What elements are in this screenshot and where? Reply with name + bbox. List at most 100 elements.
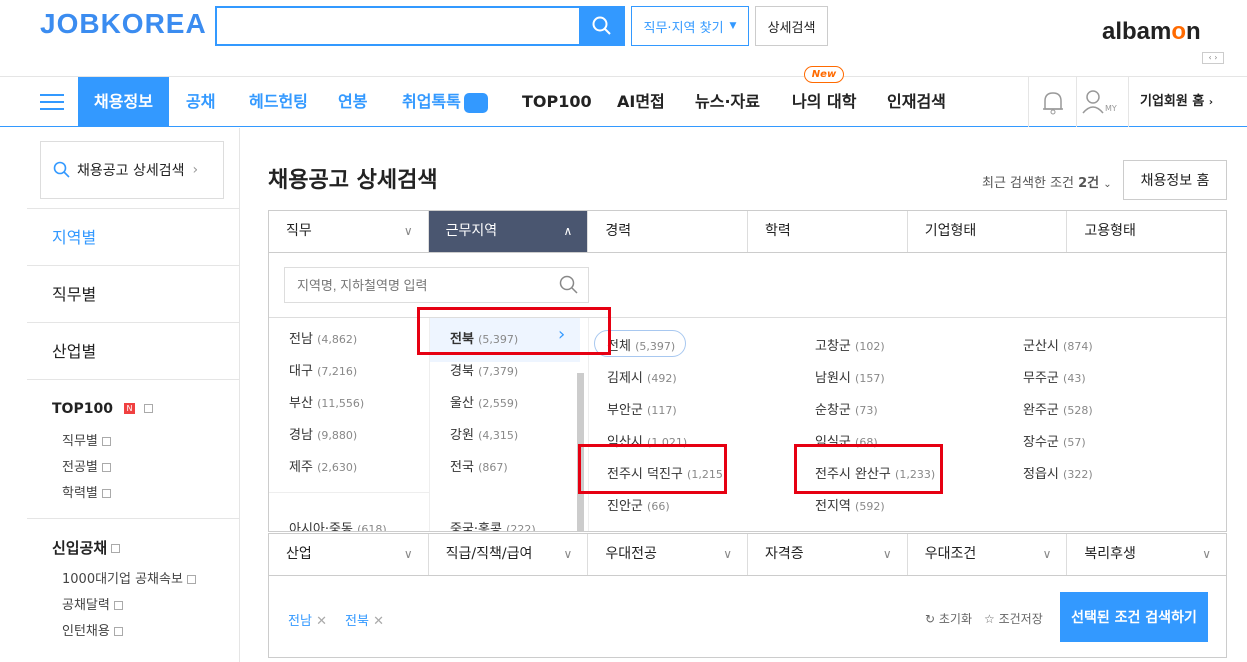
dropdown-caret-icon: ▼ — [729, 21, 737, 31]
tab-major[interactable]: 우대전공 ∨ — [588, 534, 749, 575]
reset-button[interactable]: ↻ 초기화 — [925, 610, 972, 627]
sidebar-item-top100[interactable]: TOP100 — [52, 401, 113, 417]
sidebar-sub-edu[interactable]: 학력별 — [62, 482, 111, 501]
find-label: 직무·지역 찾기 — [643, 20, 724, 36]
tab-preference[interactable]: 우대조건 ∨ — [907, 534, 1068, 575]
menu-icon[interactable] — [40, 94, 64, 110]
nav-news[interactable]: 뉴스·자료 — [695, 77, 760, 127]
search-selected-button[interactable]: 선택된 조건 검색하기 — [1060, 592, 1208, 642]
district-item[interactable]: 김제시 (492) — [607, 367, 677, 386]
chevron-right-icon: › — [1208, 97, 1213, 108]
tab-position[interactable]: 직급/직책/급여 ∨ — [428, 534, 589, 575]
nav-ai-interview[interactable]: AI면접 — [617, 77, 665, 127]
tab-license[interactable]: 자격증 ∨ — [748, 534, 908, 575]
sidebar-sub-job[interactable]: 직무별 — [62, 430, 111, 449]
nav-salary[interactable]: 연봉 — [338, 77, 367, 127]
nav-headhunting[interactable]: 헤드헌팅 — [249, 77, 308, 127]
district-item[interactable]: 무주군 (43) — [1023, 367, 1086, 386]
province-item[interactable]: 울산 (2,559) — [450, 392, 518, 411]
province-item[interactable]: 강원 (4,315) — [450, 424, 518, 443]
search-icon — [559, 275, 578, 294]
tab-employment-type[interactable]: 고용형태 — [1067, 211, 1227, 252]
tab-company-type[interactable]: 기업형태 — [907, 211, 1068, 252]
recent-search-dropdown[interactable]: 최근 검색한 조건 2건 ⌄ — [982, 172, 1112, 191]
save-condition-button[interactable]: ☆ 조건저장 — [984, 610, 1043, 627]
close-icon[interactable]: ✕ — [316, 614, 327, 629]
district-item[interactable]: 장수군 (57) — [1023, 431, 1086, 450]
nav-recruit[interactable]: 채용정보 — [78, 77, 169, 127]
filter-tabs-top: 직무 ∨ 근무지역 ∧ 경력 학력 기업형태 고용형태 — [268, 210, 1227, 253]
sidebar-sub-intern[interactable]: 인턴채용 — [62, 620, 123, 639]
nav-talent-search[interactable]: 인재검색 — [887, 77, 946, 127]
sidebar-item-newbie[interactable]: 신입공채 — [52, 539, 107, 557]
side-detail-search[interactable]: 채용공고 상세검색 › — [40, 141, 224, 199]
province-item[interactable]: 제주 (2,630) — [289, 456, 357, 475]
district-item[interactable]: 남원시 (157) — [815, 367, 885, 386]
tab-label: 복리후생 — [1084, 546, 1136, 562]
tab-region[interactable]: 근무지역 ∧ — [428, 211, 589, 252]
tab-job[interactable]: 직무 ∨ — [269, 211, 429, 252]
district-item[interactable]: 순창군 (73) — [815, 399, 878, 418]
province-item[interactable]: 경남 (9,880) — [289, 424, 357, 443]
chevron-down-icon: ⌄ — [1103, 179, 1112, 190]
tab-label: 자격증 — [765, 546, 804, 562]
region-search-input[interactable] — [284, 267, 589, 303]
tab-welfare[interactable]: 복리후생 ∨ — [1067, 534, 1227, 575]
jobkorea-logo[interactable]: JOBKOREA — [40, 8, 207, 40]
recruit-home-button[interactable]: 채용정보 홈 — [1123, 160, 1227, 200]
tab-label: 우대전공 — [605, 546, 657, 562]
selected-chip[interactable]: 전남 ✕ — [288, 610, 327, 629]
sidebar-sub-major[interactable]: 전공별 — [62, 456, 111, 475]
province-item[interactable]: 부산 (11,556) — [289, 392, 364, 411]
notification-button[interactable] — [1028, 77, 1076, 127]
my-page-button[interactable]: MY — [1076, 77, 1128, 127]
close-icon[interactable]: ✕ — [373, 614, 384, 629]
divider — [269, 492, 429, 493]
nav-top100[interactable]: TOP100 — [522, 77, 592, 127]
district-item[interactable]: 고창군 (102) — [815, 335, 885, 354]
side-search-label: 채용공고 상세검색 — [77, 163, 185, 179]
province-item[interactable]: 경북 (7,379) — [450, 360, 518, 379]
user-icon — [1082, 90, 1104, 114]
province-item[interactable]: 대구 (7,216) — [289, 360, 357, 379]
detail-search-button[interactable]: 상세검색 — [755, 6, 828, 46]
highlight-box — [417, 307, 611, 355]
tab-career[interactable]: 경력 — [588, 211, 749, 252]
district-item[interactable]: 군산시 (874) — [1023, 335, 1093, 354]
albamon-logo[interactable]: albamon — [1102, 18, 1201, 46]
albamon-arrows[interactable]: ‹ › — [1202, 52, 1224, 64]
province-item[interactable]: 아시아·중동 (618) — [289, 518, 387, 531]
district-all[interactable]: 전체 (5,397) — [607, 335, 675, 354]
tab-industry[interactable]: 산업 ∨ — [269, 534, 429, 575]
district-item[interactable]: 완주군 (528) — [1023, 399, 1093, 418]
province-item[interactable]: 전남 (4,862) — [289, 328, 357, 347]
job-region-find-button[interactable]: 직무·지역 찾기 ▼ — [631, 6, 749, 46]
province-item[interactable]: 중국·홍콩 (222) — [450, 518, 536, 531]
nav-my-univ[interactable]: 나의 대학 — [792, 77, 856, 127]
new-n-badge: N — [124, 403, 136, 414]
bell-icon — [1043, 92, 1063, 115]
sidebar-item-region[interactable]: 지역별 — [27, 208, 240, 265]
selected-chip[interactable]: 전북 ✕ — [345, 610, 384, 629]
district-item[interactable]: 정읍시 (322) — [1023, 463, 1093, 482]
tab-education[interactable]: 학력 — [748, 211, 908, 252]
page-title: 채용공고 상세검색 — [268, 168, 438, 193]
sidebar-item-industry[interactable]: 산업별 — [27, 322, 240, 379]
sidebar-sub-calendar[interactable]: 공채달력 — [62, 594, 123, 613]
district-item[interactable]: 진안군 (66) — [607, 495, 670, 514]
albamon-n: n — [1186, 18, 1201, 45]
region-panel: 전남 (4,862) 대구 (7,216) 부산 (11,556) 경남 (9,… — [268, 253, 1227, 532]
sidebar-item-job[interactable]: 직무별 — [27, 265, 240, 322]
district-item[interactable]: 전지역 (592) — [815, 495, 885, 514]
district-item[interactable]: 부안군 (117) — [607, 399, 677, 418]
sidebar-sub-1000[interactable]: 1000대기업 공채속보 — [62, 568, 196, 587]
main-search-input[interactable] — [215, 6, 580, 46]
chevron-down-icon: ∨ — [723, 547, 733, 561]
company-home-link[interactable]: 기업회원 홈 › — [1128, 77, 1247, 127]
chevron-down-icon: ∨ — [882, 547, 892, 561]
nav-public[interactable]: 공채 — [186, 77, 215, 127]
sub-label: 학력별 — [62, 486, 98, 501]
search-button[interactable] — [579, 6, 625, 46]
nav-talk[interactable]: 취업톡톡 — [402, 77, 488, 127]
province-item[interactable]: 전국 (867) — [450, 456, 508, 475]
